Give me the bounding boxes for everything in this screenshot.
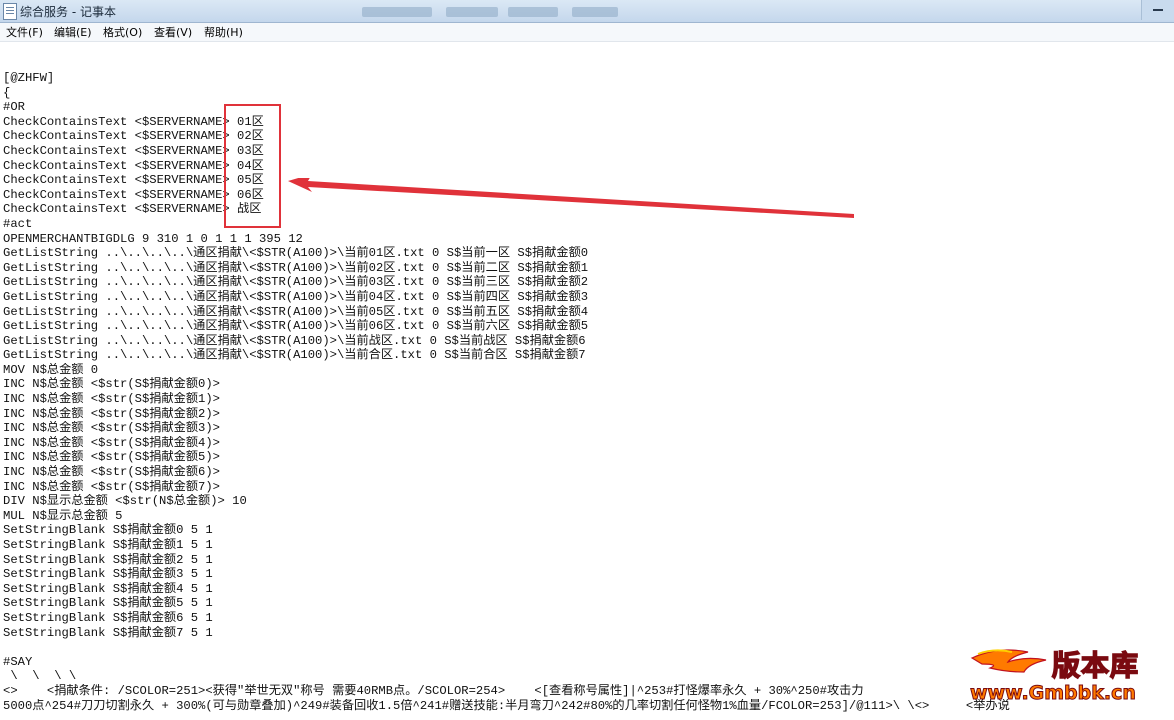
text-line: SetStringBlank S$捐献金额2 5 1: [3, 552, 213, 567]
text-line: OPENMERCHANTBIGDLG 9 310 1 0 1 1 1 395 1…: [3, 231, 303, 246]
text-line: INC N$总金额 <$str(S$捐献金额2)>: [3, 406, 220, 421]
text-line: CheckContainsText <$SERVERNAME> 03区: [3, 143, 264, 158]
text-line: GetListString ..\..\..\..\通区捐献\<$STR(A10…: [3, 289, 589, 304]
text-editor[interactable]: [@ZHFW]{#OR CheckContainsText <$SERVERNAM…: [0, 42, 1174, 720]
text-line: INC N$总金额 <$str(S$捐献金额3)>: [3, 421, 220, 436]
text-line: [@ZHFW]: [3, 71, 55, 85]
text-line: GetListString ..\..\..\..\通区捐献\<$STR(A10…: [3, 246, 589, 261]
text-line: GetListString ..\..\..\..\通区捐献\<$STR(A10…: [3, 275, 589, 290]
text-line: GetListString ..\..\..\..\通区捐献\<$STR(A10…: [3, 260, 589, 275]
text-line: MUL N$显示总金额 5: [3, 508, 123, 523]
text-line: #act: [3, 216, 33, 231]
window-title: 综合服务 - 记事本: [20, 5, 116, 19]
watermark-logo: 版本库 www.Gmbbk.cn: [968, 642, 1174, 708]
text-line: #OR: [3, 100, 25, 115]
text-line: CheckContainsText <$SERVERNAME> 04区: [3, 158, 264, 173]
text-line: MOV N$总金额 0: [3, 362, 99, 377]
text-line: DIV N$显示总金额 <$str(N$总金额)> 10: [3, 494, 247, 509]
menu-format[interactable]: 格式(O): [103, 24, 142, 40]
menu-edit[interactable]: 编辑(E): [54, 24, 92, 40]
text-line: INC N$总金额 <$str(S$捐献金额1)>: [3, 392, 220, 407]
text-line: SetStringBlank S$捐献金额5 5 1: [3, 596, 213, 611]
text-line: INC N$总金额 <$str(S$捐献金额0)>: [3, 377, 220, 392]
text-line: INC N$总金额 <$str(S$捐献金额4)>: [3, 435, 220, 450]
watermark-brand: 版本库: [1051, 648, 1140, 683]
menu-help[interactable]: 帮助(H): [204, 24, 243, 40]
text-line: SetStringBlank S$捐献金额7 5 1: [3, 625, 213, 640]
menu-view[interactable]: 查看(V): [154, 24, 192, 40]
text-line: INC N$总金额 <$str(S$捐献金额6)>: [3, 465, 220, 480]
annotation-arrow-icon: [288, 178, 854, 218]
text-line: GetListString ..\..\..\..\通区捐献\<$STR(A10…: [3, 333, 586, 348]
text-line: GetListString ..\..\..\..\通区捐献\<$STR(A10…: [3, 319, 589, 334]
window-titlebar: 综合服务 - 记事本: [0, 0, 1174, 23]
minimize-button[interactable]: [1141, 0, 1174, 20]
text-line: GetListString ..\..\..\..\通区捐献\<$STR(A10…: [3, 304, 589, 319]
text-line: SetStringBlank S$捐献金额6 5 1: [3, 610, 213, 625]
taskbar-blur: [446, 7, 498, 17]
menu-bar: 文件(F) 编辑(E) 格式(O) 查看(V) 帮助(H): [0, 23, 1174, 42]
taskbar-blur: [572, 7, 618, 17]
taskbar-blur: [508, 7, 558, 17]
menu-file[interactable]: 文件(F): [6, 24, 43, 40]
text-line: INC N$总金额 <$str(S$捐献金额7)>: [3, 479, 220, 494]
document-lines: [@ZHFW]{#OR CheckContainsText <$SERVERNAM…: [3, 71, 1173, 713]
highlight-box: [224, 104, 281, 228]
text-line: GetListString ..\..\..\..\通区捐献\<$STR(A10…: [3, 348, 586, 363]
taskbar-blur: [362, 7, 432, 17]
watermark-url: www.Gmbbk.cn: [970, 682, 1137, 705]
text-line: CheckContainsText <$SERVERNAME> 02区: [3, 129, 264, 144]
text-line: {: [3, 85, 11, 100]
text-line: SetStringBlank S$捐献金额0 5 1: [3, 523, 213, 538]
text-line: SetStringBlank S$捐献金额3 5 1: [3, 567, 213, 582]
text-line: INC N$总金额 <$str(S$捐献金额5)>: [3, 450, 220, 465]
text-line: CheckContainsText <$SERVERNAME> 01区: [3, 114, 264, 129]
text-line: SetStringBlank S$捐献金额1 5 1: [3, 538, 213, 552]
notepad-icon: [3, 3, 17, 20]
text-line: SetStringBlank S$捐献金额4 5 1: [3, 581, 213, 596]
